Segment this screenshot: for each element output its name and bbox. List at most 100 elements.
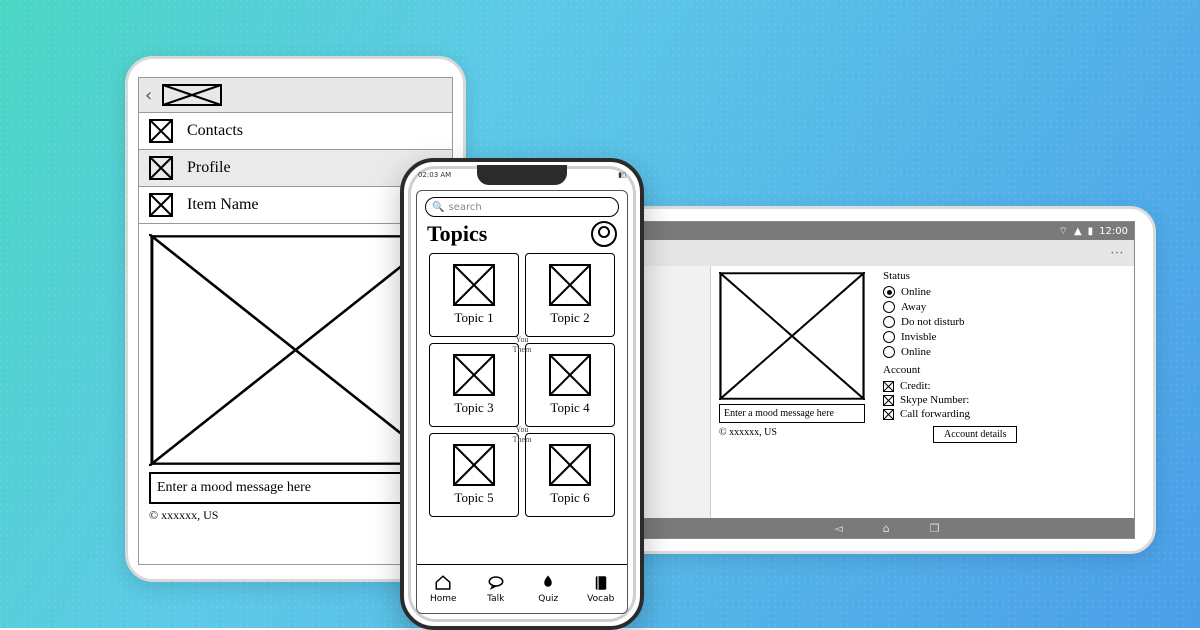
page-title: Topics [427, 221, 487, 247]
placeholder-icon [453, 444, 495, 486]
chat-label-you: You [516, 425, 529, 434]
header-bar: ‹ [139, 78, 452, 113]
battery-icon: ▮ [1088, 226, 1094, 237]
account-item-label: Call forwarding [900, 408, 970, 420]
toolbar: ⋯ [640, 240, 1134, 266]
checkbox-icon [883, 381, 894, 392]
account-item-credit[interactable]: Credit: [883, 380, 1124, 392]
radio-icon [883, 286, 895, 298]
back-chevron-icon[interactable]: ‹ [145, 85, 152, 106]
chat-label-them: Them [513, 345, 532, 354]
button-label: Account details [944, 429, 1006, 440]
talk-icon [486, 574, 506, 592]
phone-notch [477, 165, 567, 185]
status-option-label: Do not disturb [901, 316, 965, 328]
topic-card[interactable]: Topic 1 [429, 253, 519, 337]
status-option-online[interactable]: Online [883, 286, 1124, 298]
signal-battery-icon: ▮▯ [618, 171, 626, 179]
sidebar [640, 266, 711, 518]
profile-image-placeholder [149, 234, 442, 466]
topic-label: Topic 1 [454, 310, 493, 326]
menu-item-label: Contacts [187, 122, 243, 140]
status-section-title: Status [883, 270, 1124, 282]
avatar-placeholder [719, 272, 865, 400]
android-status-bar: ⌔ ▲ ▮ 12:00 [640, 222, 1134, 240]
radio-icon [883, 301, 895, 313]
profile-avatar-icon[interactable] [591, 221, 617, 247]
status-option-invisible[interactable]: Invisble [883, 331, 1124, 343]
nav-talk[interactable]: Talk [470, 565, 523, 613]
account-section-title: Account [883, 364, 1124, 376]
mood-message-input[interactable]: Enter a mood message here [719, 404, 865, 423]
status-option-label: Invisble [901, 331, 936, 343]
search-input[interactable]: 🔍 search [425, 197, 619, 217]
phone-wireframe: 02:03 AM ▮▯ 🔍 search Topics Topic 1 Topi… [400, 158, 644, 630]
account-details-button[interactable]: Account details [933, 426, 1017, 443]
overflow-icon[interactable]: ⋯ [1110, 245, 1126, 261]
search-placeholder: search [448, 202, 481, 213]
mood-placeholder-text: Enter a mood message here [157, 480, 311, 496]
quiz-icon [538, 574, 558, 592]
back-icon[interactable]: ◅ [834, 522, 842, 535]
nav-vocab[interactable]: Vocab [575, 565, 628, 613]
menu-item-contacts[interactable]: Contacts [139, 113, 452, 150]
account-item-skype[interactable]: Skype Number: [883, 394, 1124, 406]
topic-label: Topic 4 [550, 400, 589, 416]
wifi-icon: ▲ [1074, 226, 1082, 237]
account-item-label: Skype Number: [900, 394, 969, 406]
mood-message-input[interactable]: Enter a mood message here [149, 472, 442, 504]
placeholder-icon [549, 444, 591, 486]
placeholder-icon [453, 264, 495, 306]
nav-label: Vocab [587, 594, 614, 604]
status-time: 12:00 [1099, 226, 1128, 237]
placeholder-icon [149, 193, 173, 217]
status-option-away[interactable]: Away [883, 301, 1124, 313]
checkbox-icon [883, 395, 894, 406]
placeholder-icon [149, 119, 173, 143]
menu-item-label: Profile [187, 159, 231, 177]
mood-placeholder-text: Enter a mood message here [724, 408, 834, 419]
search-icon: 🔍 [432, 202, 444, 213]
chat-label-you: You [516, 335, 529, 344]
account-item-label: Credit: [900, 380, 931, 392]
status-option-online2[interactable]: Online [883, 346, 1124, 358]
status-option-label: Away [901, 301, 926, 313]
home-icon[interactable]: ⌂ [883, 522, 890, 535]
topic-card[interactable]: Topic 4 [525, 343, 615, 427]
menu-item-label: Item Name [187, 196, 259, 214]
topic-card[interactable]: Topic 3 [429, 343, 519, 427]
bluetooth-icon: ⌔ [1059, 225, 1068, 238]
topic-label: Topic 3 [454, 400, 493, 416]
nav-label: Talk [487, 594, 504, 604]
nav-label: Home [430, 594, 457, 604]
nav-label: Quiz [538, 594, 558, 604]
vocab-icon [591, 574, 611, 592]
topic-label: Topic 6 [550, 490, 589, 506]
radio-icon [883, 331, 895, 343]
recents-icon[interactable]: ❐ [930, 522, 940, 535]
location-label: © xxxxxx, US [149, 508, 442, 523]
status-option-label: Online [901, 286, 931, 298]
android-nav-bar: ◅ ⌂ ❐ [640, 518, 1134, 538]
radio-icon [883, 346, 895, 358]
placeholder-icon [549, 354, 591, 396]
status-time: 02:03 AM [418, 171, 451, 179]
nav-home[interactable]: Home [417, 565, 470, 613]
placeholder-icon [149, 156, 173, 180]
status-option-label: Online [901, 346, 931, 358]
placeholder-icon [549, 264, 591, 306]
topic-card[interactable]: Topic 6 [525, 433, 615, 517]
chat-label-them: Them [513, 435, 532, 444]
radio-icon [883, 316, 895, 328]
logo-placeholder-icon [162, 84, 222, 106]
topic-label: Topic 5 [454, 490, 493, 506]
topic-card[interactable]: Topic 5 [429, 433, 519, 517]
status-option-dnd[interactable]: Do not disturb [883, 316, 1124, 328]
tablet-landscape-wireframe: ⌔ ▲ ▮ 12:00 ⋯ Enter a mood message here … [600, 206, 1156, 554]
account-item-forwarding[interactable]: Call forwarding [883, 408, 1124, 420]
checkbox-icon [883, 409, 894, 420]
location-label: © xxxxxx, US [719, 427, 865, 438]
nav-quiz[interactable]: Quiz [522, 565, 575, 613]
topic-card[interactable]: Topic 2 [525, 253, 615, 337]
placeholder-icon [453, 354, 495, 396]
